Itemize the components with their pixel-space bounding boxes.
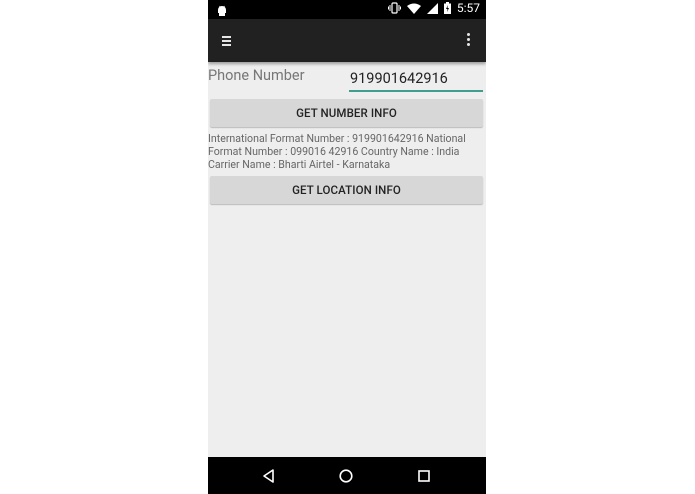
home-icon[interactable] (338, 468, 354, 484)
menu-icon[interactable] (222, 36, 232, 48)
wifi-icon (406, 3, 421, 14)
navigation-bar (208, 457, 486, 494)
status-icons: 5:57 (387, 1, 480, 15)
phone-screen: 5:57 Phone Number GET NUMBER INFO Intern… (208, 0, 486, 494)
clock: 5:57 (456, 1, 480, 15)
phone-number-label: Phone Number (208, 67, 305, 84)
status-bar: 5:57 (208, 0, 486, 19)
vibrate-icon (387, 2, 401, 14)
back-icon[interactable] (261, 468, 277, 484)
overflow-menu-icon[interactable] (466, 33, 472, 49)
app-bar (208, 19, 486, 62)
get-location-info-button[interactable]: GET LOCATION INFO (210, 176, 483, 204)
battery-charging-icon (443, 2, 451, 14)
get-number-info-button[interactable]: GET NUMBER INFO (210, 99, 483, 127)
signal-icon (426, 2, 438, 14)
number-info-text: International Format Number : 9199016429… (208, 132, 466, 171)
phone-number-input[interactable] (349, 66, 483, 92)
recent-apps-icon[interactable] (416, 468, 432, 484)
